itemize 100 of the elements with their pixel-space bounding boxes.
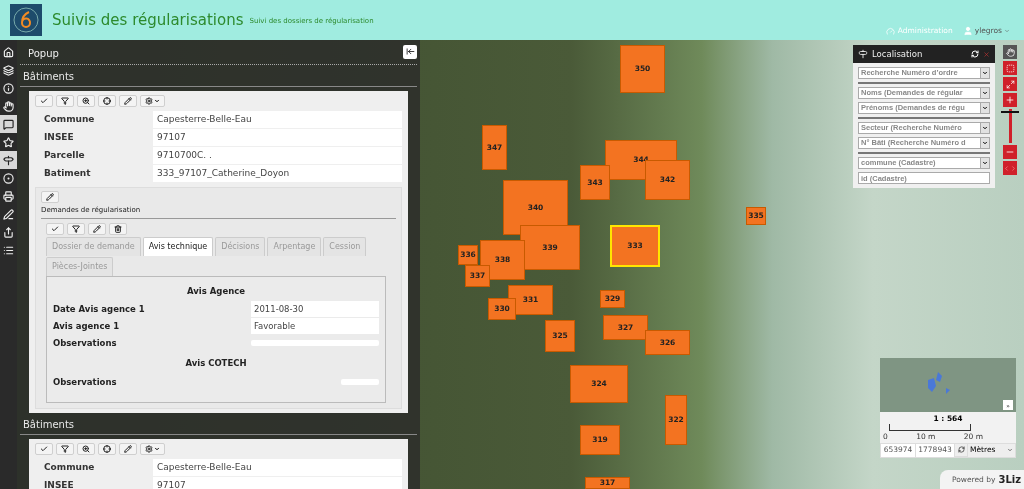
expand-icon <box>1005 79 1015 89</box>
field-value: 333_97107_Catherine_Doyon <box>153 165 402 182</box>
edit-icon <box>93 224 101 233</box>
gauge-icon <box>885 26 895 36</box>
panel-title: Localisation <box>872 47 923 61</box>
edit-icon <box>46 193 54 201</box>
signpost-icon <box>858 49 868 59</box>
filter-button[interactable] <box>56 95 74 107</box>
delete-button[interactable] <box>109 222 127 235</box>
caret-icon <box>982 90 988 96</box>
field-label: Batiment <box>43 166 92 180</box>
zoom-button[interactable] <box>77 443 95 455</box>
settings-button[interactable] <box>140 443 165 455</box>
refresh-icon <box>957 446 965 453</box>
field-value: 9710700C. . <box>153 147 402 164</box>
field-value: Favorable <box>251 318 379 335</box>
app-title: Suivis des régularisations <box>52 9 244 31</box>
field-label: Date Avis agence 1 <box>53 302 146 316</box>
panel-title: Popup <box>27 47 59 61</box>
field-label: INSEE <box>43 130 75 144</box>
check-icon <box>40 97 48 105</box>
field-label: Observations <box>53 336 118 350</box>
target-icon <box>3 172 14 184</box>
filter-icon <box>61 445 69 453</box>
check-button[interactable] <box>35 443 53 455</box>
collapse-button[interactable] <box>403 44 417 59</box>
field-value: 97107 <box>153 129 402 146</box>
home-icon <box>3 46 14 58</box>
star-icon <box>3 136 14 148</box>
field-label: Observations <box>53 375 118 389</box>
section-title: Bâtiments <box>20 417 417 435</box>
logo <box>10 4 42 36</box>
refresh-icon[interactable] <box>971 50 979 58</box>
user-icon <box>962 26 973 36</box>
zoom-slider[interactable] <box>1003 109 1017 143</box>
refresh-button[interactable] <box>955 443 967 456</box>
caret-icon <box>982 70 988 76</box>
group-heading: Avis COTECH <box>184 357 248 370</box>
caret-icon <box>154 98 160 104</box>
filter-icon <box>61 97 69 105</box>
field-label: Parcelle <box>43 148 86 162</box>
edit-button[interactable] <box>119 95 137 107</box>
zoom-icon <box>82 445 90 453</box>
edit-button[interactable] <box>41 191 59 203</box>
edit-button[interactable] <box>119 443 137 455</box>
center-icon <box>103 97 111 105</box>
print-icon <box>3 190 14 202</box>
settings-icon <box>145 445 153 453</box>
field-label: Avis agence 1 <box>53 319 121 333</box>
caret-icon <box>1004 28 1010 34</box>
field-label: INSEE <box>43 478 75 489</box>
check-icon <box>40 445 48 453</box>
pencil-icon <box>3 208 14 220</box>
section-title: Bâtiments <box>20 69 417 87</box>
group-heading: Avis Agence <box>186 284 246 298</box>
caret-icon <box>982 160 988 166</box>
zoom-extent-button[interactable] <box>1003 77 1017 91</box>
tab[interactable]: Avis technique <box>142 236 214 256</box>
plus-icon <box>1005 95 1015 105</box>
hand-icon <box>1005 47 1015 57</box>
filter-icon <box>72 224 80 233</box>
check-button[interactable] <box>46 222 64 235</box>
collapse-icon <box>405 47 415 56</box>
slider-thumb[interactable] <box>1001 110 1019 113</box>
caret-icon <box>982 105 988 111</box>
caret-icon <box>982 125 988 131</box>
hand-icon <box>3 100 14 112</box>
field-value: 2011-08-30 <box>251 301 379 318</box>
delete-icon <box>114 224 122 233</box>
center-button[interactable] <box>98 95 116 107</box>
field-value: Capesterre-Belle-Eau <box>153 459 402 476</box>
filter-button[interactable] <box>67 222 85 235</box>
brand-name: 3Liz <box>998 473 1021 487</box>
tool-button[interactable] <box>0 115 17 133</box>
edit-icon <box>124 97 132 105</box>
info-icon <box>3 82 14 94</box>
tool-button[interactable] <box>0 151 17 169</box>
zoom-icon <box>82 97 90 105</box>
caret-icon <box>982 140 988 146</box>
edit-button[interactable] <box>88 222 106 235</box>
caret-icon <box>1007 447 1013 453</box>
field-label: Commune <box>43 112 96 126</box>
speech-bubble-icon <box>3 118 14 130</box>
field-label: Commune <box>43 460 96 474</box>
caret-icon <box>154 446 160 452</box>
check-button[interactable] <box>35 95 53 107</box>
field-value: 97107 <box>153 477 402 489</box>
edit-icon <box>124 445 132 453</box>
center-icon <box>103 445 111 453</box>
field-value: Capesterre-Belle-Eau <box>153 111 402 128</box>
settings-button[interactable] <box>140 95 165 107</box>
filter-button[interactable] <box>56 443 74 455</box>
list-icon <box>3 244 14 256</box>
center-button[interactable] <box>98 443 116 455</box>
pan-button[interactable] <box>1003 45 1017 59</box>
signpost-icon <box>3 154 14 166</box>
zoom-box-icon <box>1005 63 1015 73</box>
zoom-button[interactable] <box>77 95 95 107</box>
check-icon <box>51 224 59 233</box>
layers-icon <box>3 64 14 76</box>
